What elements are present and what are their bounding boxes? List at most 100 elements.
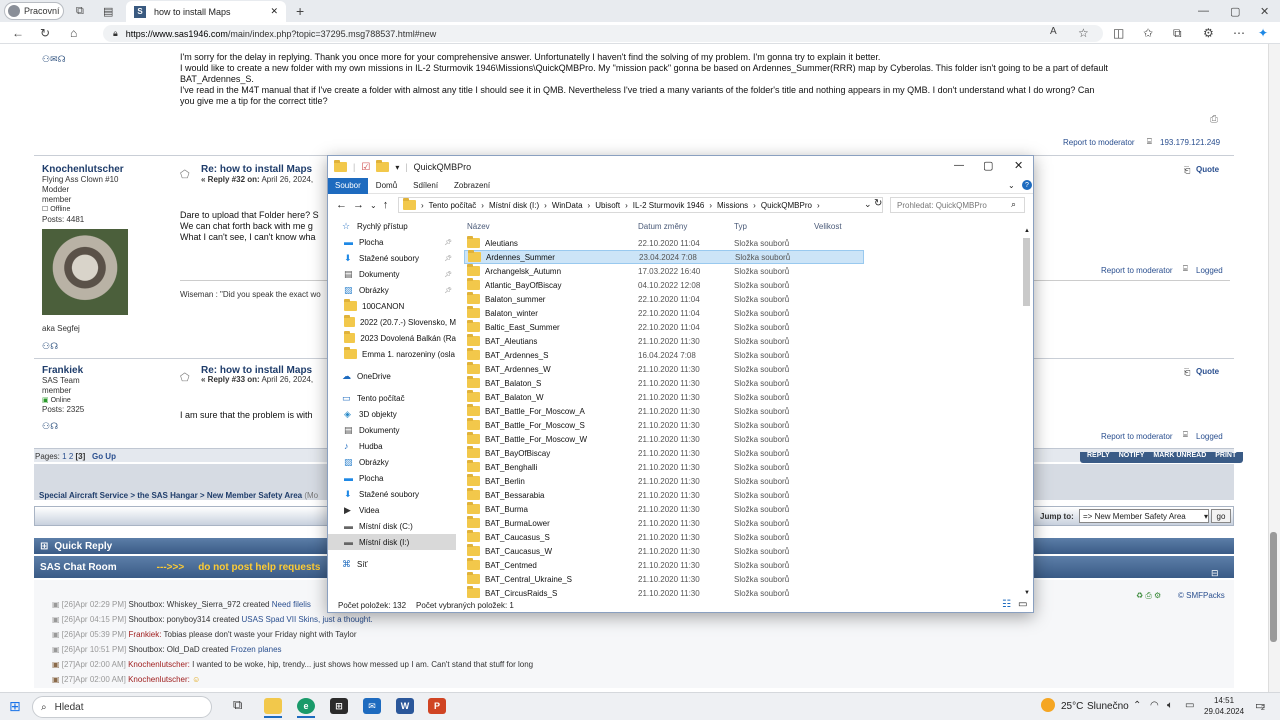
favorites-icon[interactable]: ✩ xyxy=(1143,26,1153,40)
quote-icon[interactable]: ⎗ xyxy=(1184,368,1190,378)
properties-icon[interactable]: ☑ xyxy=(361,162,370,173)
nav-item[interactable]: 2022 (20.7.-) Slovensko, M xyxy=(328,314,456,330)
page-scrollbar-thumb[interactable] xyxy=(1270,532,1277,642)
refresh-icon[interactable]: ↻ xyxy=(40,26,50,40)
post-icons[interactable]: ⚇☊ xyxy=(42,341,58,352)
taskbar-search[interactable]: ⌕ Hledat xyxy=(32,696,212,718)
report-to-moderator-link[interactable]: Report to moderator xyxy=(1063,138,1135,148)
path-refresh-icon[interactable]: ↻ xyxy=(874,198,882,209)
linktree-item[interactable]: the SAS Hangar xyxy=(137,491,197,500)
tray-chevron-icon[interactable]: ⌃ xyxy=(1133,700,1141,711)
reply-action[interactable]: REPLY xyxy=(1083,452,1114,463)
file-row[interactable]: BAT_Burma 21.10.2020 11:30 Složka souborů xyxy=(464,502,864,516)
path-segment[interactable]: QuickQMBPro xyxy=(761,201,812,210)
ribbon-tab-file[interactable]: Soubor xyxy=(328,177,368,194)
ex-forward-icon[interactable]: → xyxy=(353,199,364,211)
nav-item[interactable]: ▬ Plocha 📌︎ xyxy=(328,234,456,250)
mark-unread-action[interactable]: MARK UNREAD xyxy=(1149,452,1210,463)
nav-item[interactable]: ◈ 3D objekty xyxy=(328,406,456,422)
ex-up-icon[interactable]: ↑ xyxy=(383,199,389,211)
nav-item[interactable]: 100CANON xyxy=(328,298,456,314)
explorer-scrollbar-thumb[interactable] xyxy=(1023,238,1030,306)
nav-item[interactable]: ☆ Rychlý přístup xyxy=(328,218,456,234)
ribbon-tab-view[interactable]: Zobrazení xyxy=(446,181,498,190)
split-screen-icon[interactable]: ◫ xyxy=(1113,26,1124,40)
nav-item[interactable]: ▬ Plocha xyxy=(328,470,456,486)
home-icon[interactable]: ⌂ xyxy=(70,26,77,40)
clock-time[interactable]: 14:51 xyxy=(1214,696,1234,705)
column-size[interactable]: Velikost xyxy=(814,222,874,231)
nav-item[interactable]: ▬ Místní disk (C:) xyxy=(328,518,456,534)
ex-recent-icon[interactable]: ⌄ xyxy=(370,201,377,210)
path-segment[interactable]: Tento počítač xyxy=(429,201,477,210)
notify-action[interactable]: NOTIFY xyxy=(1115,452,1149,463)
shout-link[interactable]: USAS Spad VII Skins, just a thought. xyxy=(242,615,373,624)
window-close-icon[interactable]: ✕ xyxy=(1260,5,1269,18)
file-row[interactable]: Archangelsk_Autumn 17.03.2022 16:40 Složka… xyxy=(464,264,864,278)
start-windows-icon[interactable]: ⊞ xyxy=(9,698,21,715)
post-author[interactable]: Frankiek xyxy=(42,365,83,376)
nav-item[interactable]: ▭ Tento počítač xyxy=(328,390,456,406)
linktree-item[interactable]: New Member Safety Area xyxy=(207,491,302,500)
file-row[interactable]: Balaton_winter 22.10.2020 11:04 Složka sou… xyxy=(464,306,864,320)
task-view-icon[interactable]: ⧉ xyxy=(233,697,242,713)
volume-icon[interactable]: 🔈︎ xyxy=(1167,700,1173,711)
column-type[interactable]: Typ xyxy=(734,222,814,231)
nav-item[interactable]: ▨ Obrázky xyxy=(328,454,456,470)
word-taskbar-icon[interactable]: W xyxy=(396,698,414,714)
post-icons[interactable]: ⚇✉☊ xyxy=(42,54,66,65)
file-row[interactable]: Aleutians 22.10.2020 11:04 Složka souborů xyxy=(464,236,864,250)
favorite-star-icon[interactable]: ☆ xyxy=(1078,26,1089,40)
post-attachment-icon[interactable]: ⎙ xyxy=(1210,114,1218,125)
nav-item[interactable]: ▨ Obrázky 📌︎ xyxy=(328,282,456,298)
explorer-path-bar[interactable]: › Tento počítač › Místní disk (I:) › WinDat… xyxy=(398,197,883,213)
file-row[interactable]: BAT_BurmaLower 21.10.2020 11:30 Složka sou… xyxy=(464,516,864,530)
file-row[interactable]: BAT_Battle_For_Moscow_S 21.10.2020 11:30 S… xyxy=(464,418,864,432)
post-author[interactable]: Knochenlutscher xyxy=(42,164,124,175)
profile-button[interactable]: Pracovní xyxy=(4,2,64,20)
file-row[interactable]: BAT_Battle_For_Moscow_W 21.10.2020 11:30 S… xyxy=(464,432,864,446)
page-1-link[interactable]: 1 xyxy=(62,452,66,461)
collapse-icon[interactable]: ⊟ xyxy=(1211,568,1219,579)
ex-close-icon[interactable]: ✕ xyxy=(1014,159,1023,172)
wifi-icon[interactable]: ◠ xyxy=(1150,700,1159,711)
tab-close-icon[interactable]: ✕ xyxy=(270,6,278,17)
smfpacks-credit[interactable]: © SMFPacks xyxy=(1178,591,1225,601)
quote-button[interactable]: Quote xyxy=(1196,367,1219,377)
path-segment[interactable]: WinData xyxy=(552,201,583,210)
nav-item[interactable]: ⬇ Stažené soubory 📌︎ xyxy=(328,250,456,266)
nav-item[interactable]: ⌘ Síť xyxy=(328,556,456,572)
ex-back-icon[interactable]: ← xyxy=(336,199,347,211)
reply-title-link[interactable]: Re: how to install Maps xyxy=(201,164,312,175)
path-segment[interactable]: IL-2 Sturmovik 1946 xyxy=(633,201,705,210)
qat-dropdown-icon[interactable]: ▾ xyxy=(395,163,399,172)
path-segment[interactable]: Místní disk (I:) xyxy=(489,201,539,210)
vertical-tabs-icon[interactable]: ▤ xyxy=(103,5,113,18)
quote-button[interactable]: Quote xyxy=(1196,165,1219,175)
file-row[interactable]: BAT_Centmed 21.10.2020 11:30 Složka soubor… xyxy=(464,558,864,572)
jump-to-select[interactable]: => New Member Safety Area ▾ xyxy=(1079,509,1209,523)
path-segment[interactable]: Ubisoft xyxy=(595,201,620,210)
print-action[interactable]: PRINT xyxy=(1211,452,1240,463)
column-date[interactable]: Datum změny xyxy=(638,222,734,231)
nav-item[interactable]: 2023 Dovolená Balkán (Ra xyxy=(328,330,456,346)
file-row[interactable]: BAT_Benghalli 21.10.2020 11:30 Složka soub… xyxy=(464,460,864,474)
file-row[interactable]: Atlantic_BayOfBiscay 04.10.2022 12:08 Slož… xyxy=(464,278,864,292)
store-taskbar-icon[interactable]: ⊞ xyxy=(330,698,348,714)
report-to-moderator-link[interactable]: Report to moderator xyxy=(1101,432,1173,442)
new-tab-icon[interactable]: + xyxy=(296,3,304,19)
minimize-icon[interactable]: — xyxy=(1198,5,1209,17)
page-2-link[interactable]: 2 xyxy=(69,452,73,461)
more-menu-icon[interactable]: ⋯ xyxy=(1233,26,1245,40)
nav-item[interactable]: ▤ Dokumenty 📌︎ xyxy=(328,266,456,282)
file-row[interactable]: BAT_Balaton_W 21.10.2020 11:30 Složka soub… xyxy=(464,390,864,404)
ex-minimize-icon[interactable]: — xyxy=(954,160,964,171)
file-row[interactable]: BAT_BayOfBiscay 21.10.2020 11:30 Složka so… xyxy=(464,446,864,460)
mail-taskbar-icon[interactable]: ✉ xyxy=(363,698,381,714)
tab-active[interactable]: S how to install Maps ✕ xyxy=(126,1,286,22)
nav-item[interactable]: ⬇ Stažené soubory xyxy=(328,486,456,502)
path-dropdown-icon[interactable]: ⌄ xyxy=(864,199,872,210)
explorer-search-input[interactable]: Prohledat: QuickQMBPro xyxy=(890,197,1025,213)
help-icon[interactable]: ? xyxy=(1022,180,1032,190)
file-row[interactable]: BAT_Ardennes_W 21.10.2020 11:30 Složka sou… xyxy=(464,362,864,376)
